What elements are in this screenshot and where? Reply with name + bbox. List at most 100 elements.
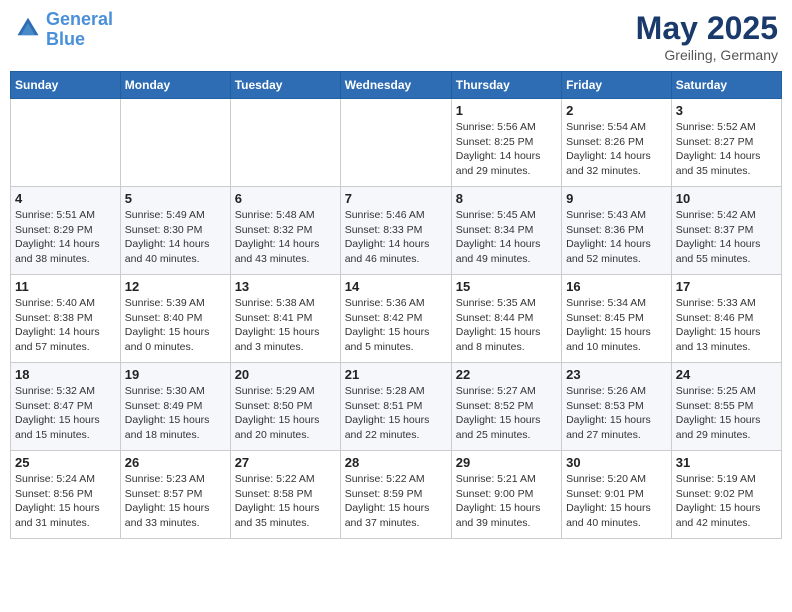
day-info: Sunrise: 5:20 AMSunset: 9:01 PMDaylight:… xyxy=(566,472,667,531)
day-number: 12 xyxy=(125,279,226,294)
day-number: 29 xyxy=(456,455,557,470)
week-row-1: 1 Sunrise: 5:56 AMSunset: 8:25 PMDaylight… xyxy=(11,99,782,187)
day-info: Sunrise: 5:54 AMSunset: 8:26 PMDaylight:… xyxy=(566,120,667,179)
day-number: 30 xyxy=(566,455,667,470)
table-row: 13 Sunrise: 5:38 AMSunset: 8:41 PMDayligh… xyxy=(230,275,340,363)
month-title: May 2025 xyxy=(636,10,778,47)
table-row: 19 Sunrise: 5:30 AMSunset: 8:49 PMDayligh… xyxy=(120,363,230,451)
day-number: 8 xyxy=(456,191,557,206)
day-number: 2 xyxy=(566,103,667,118)
day-info: Sunrise: 5:25 AMSunset: 8:55 PMDaylight:… xyxy=(676,384,777,443)
table-row xyxy=(11,99,121,187)
page-header: General Blue May 2025 Greiling, Germany xyxy=(10,10,782,63)
table-row: 14 Sunrise: 5:36 AMSunset: 8:42 PMDayligh… xyxy=(340,275,451,363)
day-number: 22 xyxy=(456,367,557,382)
table-row: 17 Sunrise: 5:33 AMSunset: 8:46 PMDayligh… xyxy=(671,275,781,363)
logo-text: General Blue xyxy=(46,10,113,50)
day-info: Sunrise: 5:26 AMSunset: 8:53 PMDaylight:… xyxy=(566,384,667,443)
table-row: 6 Sunrise: 5:48 AMSunset: 8:32 PMDaylight… xyxy=(230,187,340,275)
table-row: 24 Sunrise: 5:25 AMSunset: 8:55 PMDayligh… xyxy=(671,363,781,451)
table-row: 10 Sunrise: 5:42 AMSunset: 8:37 PMDayligh… xyxy=(671,187,781,275)
day-info: Sunrise: 5:56 AMSunset: 8:25 PMDaylight:… xyxy=(456,120,557,179)
location-subtitle: Greiling, Germany xyxy=(636,47,778,63)
day-info: Sunrise: 5:48 AMSunset: 8:32 PMDaylight:… xyxy=(235,208,336,267)
col-friday: Friday xyxy=(562,72,672,99)
day-number: 7 xyxy=(345,191,447,206)
week-row-5: 25 Sunrise: 5:24 AMSunset: 8:56 PMDayligh… xyxy=(11,451,782,539)
col-wednesday: Wednesday xyxy=(340,72,451,99)
col-tuesday: Tuesday xyxy=(230,72,340,99)
header-row: Sunday Monday Tuesday Wednesday Thursday… xyxy=(11,72,782,99)
day-number: 11 xyxy=(15,279,116,294)
day-number: 10 xyxy=(676,191,777,206)
table-row xyxy=(120,99,230,187)
week-row-3: 11Sunrise: 5:40 AMSunset: 8:38 PMDayligh… xyxy=(11,275,782,363)
col-thursday: Thursday xyxy=(451,72,561,99)
table-row: 3 Sunrise: 5:52 AMSunset: 8:27 PMDaylight… xyxy=(671,99,781,187)
day-number: 14 xyxy=(345,279,447,294)
day-info: Sunrise: 5:22 AMSunset: 8:59 PMDaylight:… xyxy=(345,472,447,531)
logo: General Blue xyxy=(14,10,113,50)
table-row: 2 Sunrise: 5:54 AMSunset: 8:26 PMDaylight… xyxy=(562,99,672,187)
day-info: Sunrise: 5:42 AMSunset: 8:37 PMDaylight:… xyxy=(676,208,777,267)
col-saturday: Saturday xyxy=(671,72,781,99)
table-row: 26 Sunrise: 5:23 AMSunset: 8:57 PMDayligh… xyxy=(120,451,230,539)
table-row: 7 Sunrise: 5:46 AMSunset: 8:33 PMDaylight… xyxy=(340,187,451,275)
table-row: 15Sunrise: 5:35 AMSunset: 8:44 PMDayligh… xyxy=(451,275,561,363)
day-number: 1 xyxy=(456,103,557,118)
table-row: 8Sunrise: 5:45 AMSunset: 8:34 PMDaylight… xyxy=(451,187,561,275)
day-info: Sunrise: 5:46 AMSunset: 8:33 PMDaylight:… xyxy=(345,208,447,267)
col-monday: Monday xyxy=(120,72,230,99)
table-row: 25 Sunrise: 5:24 AMSunset: 8:56 PMDayligh… xyxy=(11,451,121,539)
day-info: Sunrise: 5:33 AMSunset: 8:46 PMDaylight:… xyxy=(676,296,777,355)
day-info: Sunrise: 5:43 AMSunset: 8:36 PMDaylight:… xyxy=(566,208,667,267)
day-number: 17 xyxy=(676,279,777,294)
day-number: 3 xyxy=(676,103,777,118)
day-info: Sunrise: 5:52 AMSunset: 8:27 PMDaylight:… xyxy=(676,120,777,179)
day-number: 16 xyxy=(566,279,667,294)
table-row: 27 Sunrise: 5:22 AMSunset: 8:58 PMDayligh… xyxy=(230,451,340,539)
table-row: 30 Sunrise: 5:20 AMSunset: 9:01 PMDayligh… xyxy=(562,451,672,539)
col-sunday: Sunday xyxy=(11,72,121,99)
day-number: 6 xyxy=(235,191,336,206)
day-info: Sunrise: 5:34 AMSunset: 8:45 PMDaylight:… xyxy=(566,296,667,355)
day-info: Sunrise: 5:27 AMSunset: 8:52 PMDaylight:… xyxy=(456,384,557,443)
day-number: 19 xyxy=(125,367,226,382)
day-number: 13 xyxy=(235,279,336,294)
table-row: 20 Sunrise: 5:29 AMSunset: 8:50 PMDayligh… xyxy=(230,363,340,451)
day-info: Sunrise: 5:28 AMSunset: 8:51 PMDaylight:… xyxy=(345,384,447,443)
day-info: Sunrise: 5:23 AMSunset: 8:57 PMDaylight:… xyxy=(125,472,226,531)
day-info: Sunrise: 5:39 AMSunset: 8:40 PMDaylight:… xyxy=(125,296,226,355)
day-number: 31 xyxy=(676,455,777,470)
day-info: Sunrise: 5:51 AMSunset: 8:29 PMDaylight:… xyxy=(15,208,116,267)
day-info: Sunrise: 5:29 AMSunset: 8:50 PMDaylight:… xyxy=(235,384,336,443)
day-info: Sunrise: 5:36 AMSunset: 8:42 PMDaylight:… xyxy=(345,296,447,355)
day-info: Sunrise: 5:22 AMSunset: 8:58 PMDaylight:… xyxy=(235,472,336,531)
calendar-header: Sunday Monday Tuesday Wednesday Thursday… xyxy=(11,72,782,99)
day-number: 5 xyxy=(125,191,226,206)
table-row: 16 Sunrise: 5:34 AMSunset: 8:45 PMDayligh… xyxy=(562,275,672,363)
table-row: 31 Sunrise: 5:19 AMSunset: 9:02 PMDayligh… xyxy=(671,451,781,539)
table-row: 23Sunrise: 5:26 AMSunset: 8:53 PMDayligh… xyxy=(562,363,672,451)
table-row: 22 Sunrise: 5:27 AMSunset: 8:52 PMDayligh… xyxy=(451,363,561,451)
title-area: May 2025 Greiling, Germany xyxy=(636,10,778,63)
day-number: 25 xyxy=(15,455,116,470)
day-number: 20 xyxy=(235,367,336,382)
day-number: 9 xyxy=(566,191,667,206)
table-row: 11Sunrise: 5:40 AMSunset: 8:38 PMDayligh… xyxy=(11,275,121,363)
table-row: 5 Sunrise: 5:49 AMSunset: 8:30 PMDaylight… xyxy=(120,187,230,275)
day-info: Sunrise: 5:24 AMSunset: 8:56 PMDaylight:… xyxy=(15,472,116,531)
day-info: Sunrise: 5:49 AMSunset: 8:30 PMDaylight:… xyxy=(125,208,226,267)
day-number: 26 xyxy=(125,455,226,470)
day-number: 27 xyxy=(235,455,336,470)
day-number: 24 xyxy=(676,367,777,382)
day-info: Sunrise: 5:38 AMSunset: 8:41 PMDaylight:… xyxy=(235,296,336,355)
table-row: 4Sunrise: 5:51 AMSunset: 8:29 PMDaylight… xyxy=(11,187,121,275)
day-info: Sunrise: 5:30 AMSunset: 8:49 PMDaylight:… xyxy=(125,384,226,443)
table-row: 9 Sunrise: 5:43 AMSunset: 8:36 PMDaylight… xyxy=(562,187,672,275)
day-info: Sunrise: 5:35 AMSunset: 8:44 PMDaylight:… xyxy=(456,296,557,355)
table-row: 21Sunrise: 5:28 AMSunset: 8:51 PMDayligh… xyxy=(340,363,451,451)
table-row xyxy=(230,99,340,187)
day-info: Sunrise: 5:19 AMSunset: 9:02 PMDaylight:… xyxy=(676,472,777,531)
table-row: 28Sunrise: 5:22 AMSunset: 8:59 PMDayligh… xyxy=(340,451,451,539)
